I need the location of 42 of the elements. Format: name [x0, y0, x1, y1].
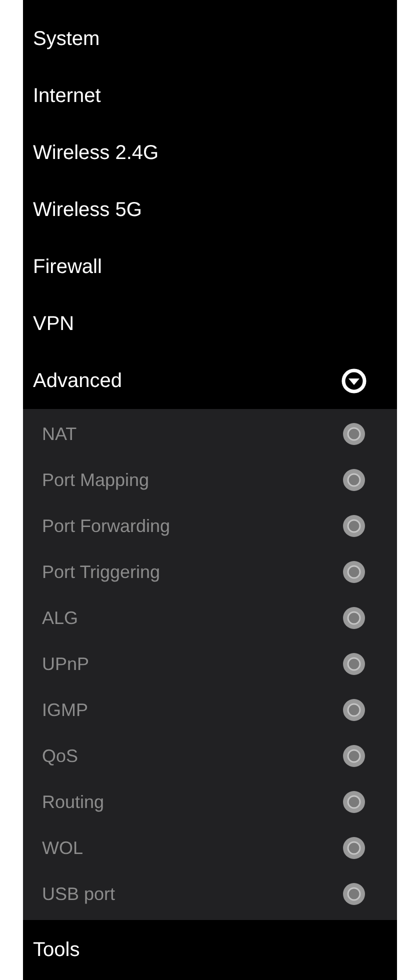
submenu-item[interactable]: ALG	[23, 595, 397, 641]
submenu-item[interactable]: IGMP	[23, 687, 397, 733]
radio-dot-icon	[342, 882, 366, 906]
radio-dot-icon	[342, 652, 366, 676]
menu-item-label: Advanced	[33, 368, 122, 394]
submenu-item[interactable]: Port Triggering	[23, 549, 397, 595]
submenu-item-label: Port Triggering	[42, 560, 160, 584]
submenu-item-label: UPnP	[42, 652, 90, 676]
radio-dot-icon	[342, 698, 366, 722]
submenu-item-label: QoS	[42, 744, 78, 768]
radio-dot-icon	[342, 468, 366, 492]
submenu-item-label: ALG	[42, 606, 78, 630]
submenu-item-label: IGMP	[42, 698, 88, 722]
menu-item[interactable]: VPN	[23, 295, 397, 352]
radio-dot-icon	[342, 790, 366, 814]
radio-dot-icon	[342, 836, 366, 860]
submenu-item-label: Routing	[42, 790, 104, 814]
menu-item[interactable]: Advanced	[23, 352, 397, 409]
menu-item[interactable]: Firewall	[23, 238, 397, 295]
radio-dot-icon	[342, 606, 366, 630]
menu-item[interactable]: System	[23, 10, 397, 67]
submenu-item[interactable]: UPnP	[23, 641, 397, 687]
submenu-item[interactable]: Port Forwarding	[23, 503, 397, 549]
submenu-item[interactable]: USB port	[23, 871, 397, 917]
submenu-item-label: USB port	[42, 882, 116, 906]
submenu-item-label: Port Mapping	[42, 468, 150, 492]
submenu-item[interactable]: Port Mapping	[23, 457, 397, 503]
submenu-item[interactable]: NAT	[23, 411, 397, 457]
radio-dot-icon	[342, 744, 366, 768]
menu-item[interactable]: Internet	[23, 67, 397, 124]
menu-item[interactable]: Wireless 5G	[23, 181, 397, 238]
menu-item[interactable]: Wireless 2.4G	[23, 124, 397, 181]
radio-dot-icon	[342, 422, 366, 446]
menu-item[interactable]: Tools	[23, 920, 397, 980]
submenu-item[interactable]: WOL	[23, 825, 397, 871]
radio-dot-icon	[342, 560, 366, 584]
submenu-item[interactable]: Routing	[23, 779, 397, 825]
submenu-item-label: Port Forwarding	[42, 514, 170, 538]
radio-dot-icon	[342, 514, 366, 538]
submenu-item-label: NAT	[42, 422, 77, 446]
submenu-item-label: WOL	[42, 836, 84, 860]
submenu-item[interactable]: QoS	[23, 733, 397, 779]
